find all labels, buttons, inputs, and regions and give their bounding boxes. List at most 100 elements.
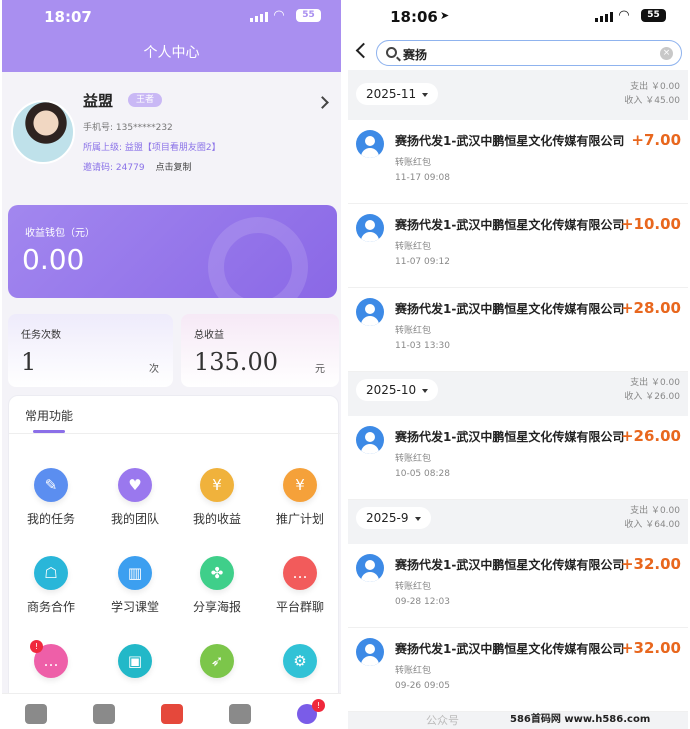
function-item[interactable]: … 平台群聊 [258, 556, 341, 636]
avatar-body [361, 316, 379, 326]
transaction-title: 赛扬代发1-武汉中鹏恒星文化传媒有限公司 [395, 558, 625, 572]
wifi-icon: ◠ [274, 8, 284, 23]
month-selector[interactable]: 2025-10 [356, 379, 439, 401]
month-selector[interactable]: 2025-11 [356, 83, 439, 105]
tab-item[interactable] [138, 694, 206, 729]
copy-invite-button[interactable]: 点击复制 [155, 163, 191, 173]
user-avatar-icon [356, 214, 384, 242]
header-bar: 18:07 ◠ 55 个人中心 [2, 0, 341, 72]
task-icon: ✎ [34, 468, 68, 502]
rocket-icon: ➶ [200, 644, 234, 678]
chevron-right-icon[interactable] [316, 96, 329, 109]
transaction-type: 转账红包 [395, 158, 432, 168]
expense-total: 支出 ￥0.00 [630, 82, 680, 92]
month-selector[interactable]: 2025-9 [356, 507, 431, 529]
invite-line: 邀请码: 24779 点击复制 [83, 160, 191, 173]
function-label: 推广计划 [275, 512, 324, 526]
transaction-row[interactable]: 赛扬代发1-武汉中鹏恒星文化传媒有限公司 +7.00 转账红包 11-17 09:08 [348, 120, 688, 204]
transaction-time: 11-03 13:30 [395, 341, 450, 351]
total-income-card[interactable]: 总收益 135.00 元 [181, 314, 339, 387]
transaction-type: 转账红包 [395, 582, 432, 592]
transaction-search-screen: 18:06 ➤ ◠ 55 赛扬 × 2025-11 支出 ￥0.00 收入 ￥45.… [348, 0, 688, 729]
avatar-head [365, 220, 375, 230]
month-header: 2025-11 支出 ￥0.00 收入 ￥45.00 [348, 76, 688, 120]
function-item[interactable]: ✎ 我的任务 [9, 468, 93, 548]
function-item[interactable]: ¥ 推广计划 [258, 468, 341, 548]
transaction-amount: +28.00 [620, 299, 681, 317]
month-label: 2025-11 [366, 87, 417, 101]
tab-item[interactable] [206, 694, 274, 729]
function-item[interactable]: ♥ 我的团队 [93, 468, 177, 548]
transaction-amount: +26.00 [620, 427, 681, 445]
function-item[interactable]: ✤ 分享海报 [175, 556, 259, 636]
month-header: 2025-9 支出 ￥0.00 收入 ￥64.00 [348, 500, 688, 544]
transaction-amount: +7.00 [631, 131, 681, 149]
red-packet-icon [161, 704, 183, 724]
business-icon: ☖ [34, 556, 68, 590]
avatar-head [365, 644, 375, 654]
transaction-type: 转账红包 [395, 454, 432, 464]
expense-total: 支出 ￥0.00 [630, 378, 680, 388]
search-input[interactable]: 赛扬 × [376, 40, 682, 66]
avatar-body [361, 656, 379, 666]
upline-label: 所属上级: [83, 143, 123, 153]
profile-section[interactable]: 益盟 王者 手机号: 135*****232 所属上级: 益盟【项目看朋友圈2】… [2, 72, 341, 202]
total-income-label: 总收益 [194, 330, 224, 341]
functions-title: 常用功能 [25, 409, 74, 423]
status-bar: 18:06 ➤ ◠ 55 [348, 0, 688, 36]
invite-code: 24779 [115, 163, 145, 173]
search-bar: 赛扬 × [348, 36, 688, 70]
tab-item[interactable]: ! [274, 694, 341, 729]
invite-label: 邀请码: [83, 163, 114, 173]
avatar-body [361, 232, 379, 242]
total-income-value: 135.00 [194, 348, 278, 376]
avatar-head [365, 304, 375, 314]
month-label: 2025-10 [366, 383, 417, 397]
function-item[interactable]: ▥ 学习课堂 [93, 556, 177, 636]
transaction-title: 赛扬代发1-武汉中鹏恒星文化传媒有限公司 [395, 430, 625, 444]
function-label: 我的团队 [110, 512, 159, 526]
wallet-value: 0.00 [22, 243, 85, 276]
avatar-head [365, 560, 375, 570]
transaction-type: 转账红包 [395, 242, 432, 252]
divider [9, 433, 340, 434]
month-label: 2025-9 [366, 511, 409, 525]
transaction-row[interactable]: 赛扬代发1-武汉中鹏恒星文化传媒有限公司 +32.00 转账红包 09-28 12:0… [348, 544, 688, 628]
transaction-row[interactable]: 赛扬代发1-武汉中鹏恒星文化传媒有限公司 +28.00 转账红包 11-03 13:3… [348, 288, 688, 372]
function-item[interactable]: ¥ 我的收益 [175, 468, 259, 548]
notification-badge: ! [312, 699, 325, 712]
avatar[interactable] [11, 100, 75, 164]
promotion-icon: ¥ [283, 468, 317, 502]
function-label: 平台群聊 [275, 600, 324, 614]
transaction-row[interactable]: 赛扬代发1-武汉中鹏恒星文化传媒有限公司 +10.00 转账红包 11-07 09:1… [348, 204, 688, 288]
avatar-body [361, 148, 379, 158]
tab-item[interactable] [2, 694, 70, 729]
income-total: 收入 ￥64.00 [624, 520, 680, 530]
avatar-head [365, 432, 375, 442]
transaction-amount: +32.00 [620, 639, 681, 657]
transaction-time: 11-17 09:08 [395, 173, 450, 183]
transaction-type: 转账红包 [395, 666, 432, 676]
wifi-icon: ◠ [619, 8, 629, 23]
site-watermark: 586首码网 www.h586.com [510, 714, 651, 725]
earnings-wallet-card[interactable]: 收益钱包（元） 0.00 [8, 205, 337, 298]
search-query[interactable]: 赛扬 [403, 46, 427, 63]
upline-value: 益盟【项目看朋友圈2】 [124, 143, 221, 153]
clear-search-icon[interactable]: × [660, 47, 673, 60]
toolbox-icon: ▣ [118, 644, 152, 678]
function-item[interactable]: ☖ 商务合作 [9, 556, 93, 636]
function-label: 我的收益 [192, 512, 241, 526]
month-header: 2025-10 支出 ￥0.00 收入 ￥26.00 [348, 372, 688, 416]
transaction-row[interactable]: 赛扬代发1-武汉中鹏恒星文化传媒有限公司 +26.00 转账红包 10-05 08:2… [348, 416, 688, 500]
signal-icon [250, 12, 268, 22]
transaction-row[interactable]: 赛扬代发1-武汉中鹏恒星文化传媒有限公司 +32.00 转账红包 09-26 09:0… [348, 628, 688, 712]
avatar-body [361, 444, 379, 454]
task-count-unit: 次 [149, 364, 159, 375]
transaction-amount: +10.00 [620, 215, 681, 233]
common-functions-panel: 常用功能 ✎ 我的任务 ♥ 我的团队 ¥ 我的收益 ¥ 推广计划 ☖ 商务合作 ▥ 学习课堂 ✤ 分享海报… [8, 395, 341, 705]
tab-item[interactable] [70, 694, 138, 729]
notification-badge: ! [30, 640, 43, 653]
back-arrow-icon[interactable] [355, 42, 372, 59]
task-count-card[interactable]: 任务次数 1 次 [8, 314, 173, 387]
task-count-label: 任务次数 [21, 330, 61, 341]
